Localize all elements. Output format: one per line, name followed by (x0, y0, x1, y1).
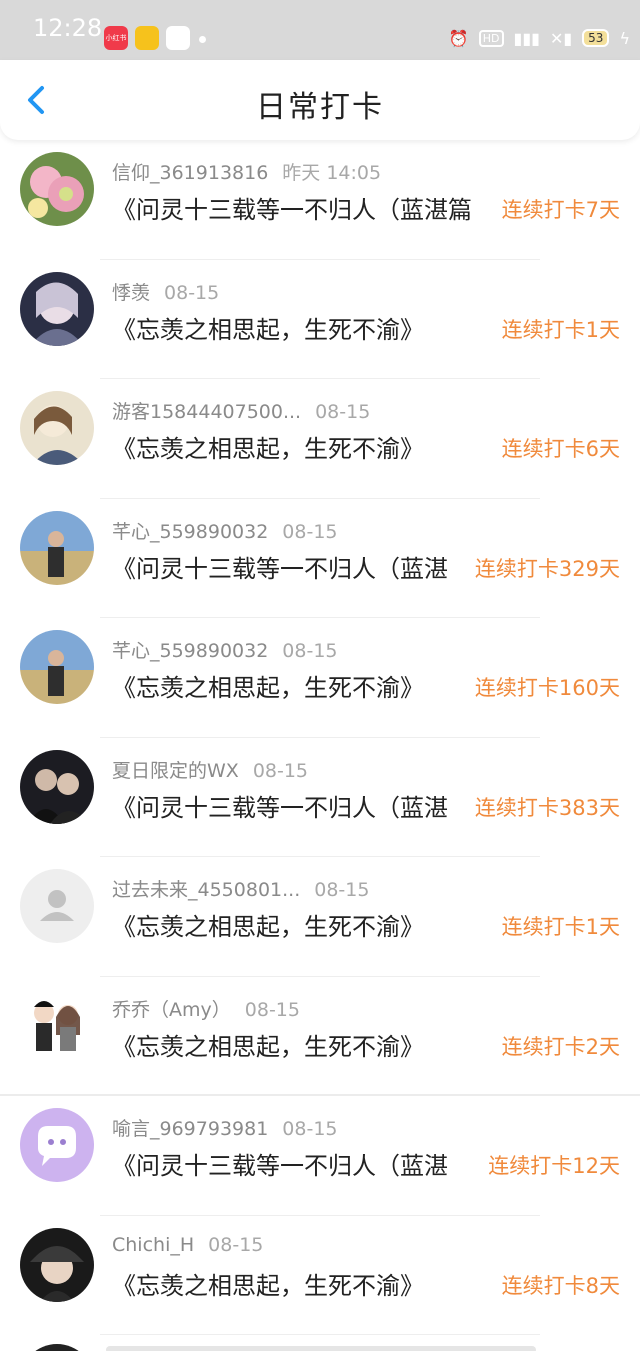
list-item[interactable]: 游客15844407500... 08-15 《忘羡之相思起，生死不渝》 连续打卡… (0, 379, 640, 499)
post-title: 《问灵十三载等一不归人（蓝湛 (112, 793, 448, 822)
post-title: 《忘羡之相思起，生死不渝》 (112, 674, 424, 702)
notification-dot-icon (199, 36, 206, 43)
streak-badge: 连续打卡8天 (501, 1273, 620, 1298)
user-name: 过去未来_4550801... (112, 879, 301, 901)
streak-badge: 连续打卡1天 (501, 915, 620, 939)
post-date: 08-15 (164, 281, 220, 304)
user-name: 游客15844407500... (112, 401, 302, 423)
post-title: 《忘羡之相思起，生死不渝》 (112, 315, 424, 344)
hat-person-avatar[interactable] (20, 1227, 94, 1302)
streak-badge: 连续打卡6天 (501, 437, 620, 461)
weibo-icon (135, 26, 159, 50)
post-date: 08-15 (282, 520, 338, 543)
cartoon-couple-avatar[interactable] (20, 988, 94, 1063)
list-item[interactable]: 芊心_559890032 08-15 《问灵十三载等一不归人（蓝湛 连续打卡329… (0, 499, 640, 618)
status-time: 12:28 (33, 14, 103, 42)
streak-badge: 连续打卡12天 (488, 1154, 620, 1178)
post-title: 《忘羡之相思起，生死不渝》 (112, 913, 424, 941)
list-item[interactable]: 喻言_969793981 08-15 《问灵十三载等一不归人（蓝湛 连续打卡12天 (0, 1096, 640, 1216)
user-name: 夏日限定的WX (112, 759, 239, 782)
couple-photo-avatar[interactable] (20, 749, 94, 824)
hd-icon: HD (478, 29, 504, 47)
streak-badge: 连续打卡329天 (474, 556, 620, 581)
user-name: 喻言_969793981 (112, 1118, 269, 1140)
user-name: 信仰_361913816 (112, 162, 269, 184)
list-item[interactable]: 乔乔（Amy） 08-15 《忘羡之相思起，生死不渝》 连续打卡2天 (0, 977, 640, 1096)
user-name: Chichi_H (112, 1233, 195, 1256)
post-date: 08-15 (282, 640, 338, 662)
avatar (20, 1344, 94, 1351)
list-item-partial[interactable] (0, 1336, 640, 1351)
seaside-person-avatar[interactable] (20, 510, 94, 585)
post-date: 08-15 (282, 1118, 338, 1140)
post-title: 《忘羡之相思起，生死不渝》 (112, 1032, 424, 1061)
chat-bubble-avatar[interactable] (20, 1108, 94, 1182)
post-date: 08-15 (244, 998, 300, 1021)
flowers-avatar[interactable] (20, 152, 94, 226)
streak-badge: 连续打卡7天 (501, 198, 620, 222)
default-user-avatar[interactable] (20, 869, 94, 943)
loading-placeholder (106, 1346, 536, 1351)
streak-badge: 连续打卡2天 (501, 1034, 620, 1059)
post-title: 《问灵十三载等一不归人（蓝湛 (112, 554, 448, 583)
post-title: 《忘羡之相思起，生死不渝》 (112, 435, 424, 463)
post-date: 08-15 (252, 759, 309, 782)
user-name: 悸羡 (112, 281, 151, 304)
signal2-icon: ✕▮ (549, 28, 573, 48)
anime-girl-avatar[interactable] (20, 271, 94, 346)
map-app-icon (166, 26, 190, 50)
list-item[interactable]: 信仰_361913816 昨天 14:05 《问灵十三载等一不归人（蓝湛篇 连续打… (0, 140, 640, 260)
user-name: 芊心_559890032 (112, 640, 269, 662)
list-item[interactable]: 夏日限定的WX 08-15 《问灵十三载等一不归人（蓝湛 连续打卡383天 (0, 738, 640, 857)
alarm-icon: ⏰ (448, 28, 469, 48)
xiaohongshu-icon: 小红书 (104, 26, 128, 50)
list-item[interactable]: 芊心_559890032 08-15 《忘羡之相思起，生死不渝》 连续打卡160天 (0, 618, 640, 738)
streak-badge: 连续打卡160天 (474, 676, 620, 700)
signal-icon: ▮▮▮ (513, 28, 540, 48)
post-date: 08-15 (315, 401, 371, 423)
nav-header: 日常打卡 (0, 60, 640, 140)
illustration-avatar[interactable] (20, 391, 94, 465)
user-name: 乔乔（Amy） (112, 998, 231, 1021)
streak-badge: 连续打卡1天 (501, 317, 620, 342)
divider (100, 1334, 540, 1335)
post-title: 《忘羡之相思起，生死不渝》 (112, 1271, 424, 1300)
charging-icon: ϟ (619, 28, 630, 48)
list-item[interactable]: 悸羡 08-15 《忘羡之相思起，生死不渝》 连续打卡1天 (0, 260, 640, 379)
post-date: 08-15 (314, 879, 370, 901)
battery-icon: 53 (582, 29, 610, 47)
seaside-person-avatar[interactable] (20, 630, 94, 704)
streak-badge: 连续打卡383天 (474, 795, 620, 820)
post-title: 《问灵十三载等一不归人（蓝湛篇 (112, 196, 472, 224)
page-title: 日常打卡 (256, 90, 384, 125)
post-title: 《问灵十三载等一不归人（蓝湛 (112, 1152, 448, 1180)
checkin-list: 信仰_361913816 昨天 14:05 《问灵十三载等一不归人（蓝湛篇 连续打… (0, 140, 640, 1335)
user-name: 芊心_559890032 (112, 520, 269, 543)
post-date: 昨天 14:05 (282, 162, 382, 184)
list-item[interactable]: Chichi_H 08-15 《忘羡之相思起，生死不渝》 连续打卡8天 (0, 1216, 640, 1335)
post-date: 08-15 (208, 1233, 264, 1256)
status-bar: 12:28 小红书 ⏰ HD ▮▮▮ ✕▮ 53 ϟ (0, 0, 640, 60)
list-item[interactable]: 过去未来_4550801... 08-15 《忘羡之相思起，生死不渝》 连续打卡1… (0, 857, 640, 977)
